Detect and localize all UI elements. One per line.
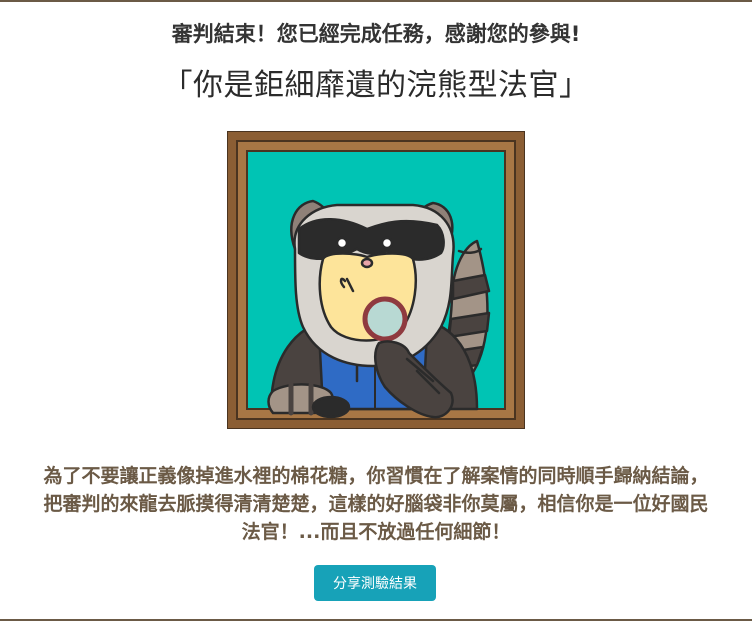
completion-message: 審判結束！您已經完成任務，感謝您的參與! bbox=[171, 22, 581, 46]
result-description: 為了不要讓正義像掉進水裡的棉花糖，你習慣在了解案情的同時順手歸納結論，把審判的來… bbox=[43, 465, 709, 543]
result-title: 「你是鉅細靡遺的浣熊型法官」 bbox=[162, 68, 590, 103]
top-border bbox=[0, 0, 752, 2]
share-result-button[interactable]: 分享測驗結果 bbox=[314, 565, 436, 601]
result-portrait bbox=[226, 130, 526, 430]
raccoon-judge-illustration bbox=[226, 130, 526, 430]
